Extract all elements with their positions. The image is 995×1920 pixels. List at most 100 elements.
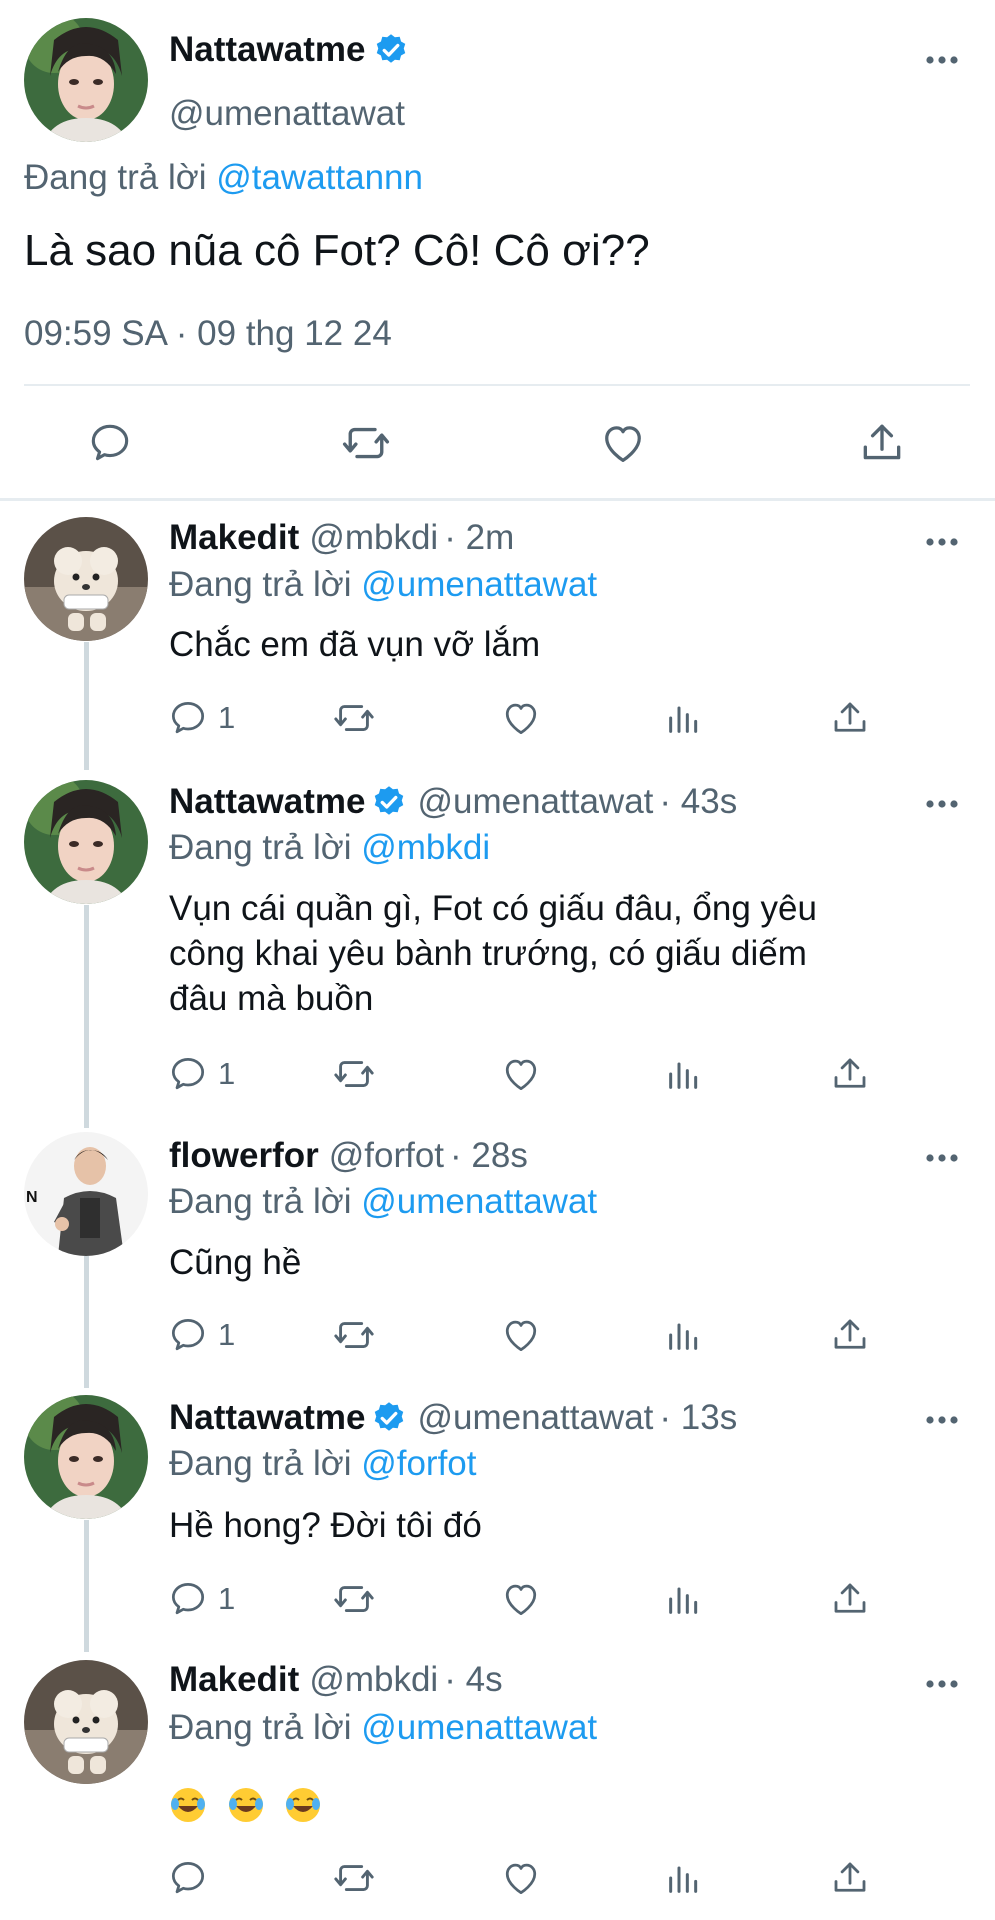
reply-text-line: đâu mà buồn — [169, 979, 374, 1018]
retweet-icon[interactable] — [331, 1310, 377, 1360]
replying-prefix: Đang trả lời — [169, 1182, 352, 1221]
reply-avatar[interactable] — [24, 780, 148, 904]
like-icon[interactable] — [499, 1049, 543, 1099]
replying-prefix: Đang trả lời — [169, 565, 352, 604]
retweet-icon[interactable] — [331, 1049, 377, 1099]
reply-count: 1 — [218, 1056, 236, 1091]
reply-count: 1 — [218, 1581, 236, 1616]
reply-actions: 1 — [166, 1574, 886, 1624]
like-icon[interactable] — [595, 415, 651, 471]
like-icon[interactable] — [499, 1574, 543, 1624]
retweet-icon[interactable] — [331, 1853, 377, 1903]
reply-avatar[interactable] — [24, 1395, 148, 1519]
reply-text-line: Chắc em đã vụn vỡ lắm — [169, 625, 541, 664]
analytics-icon[interactable] — [664, 693, 704, 743]
more-options-icon[interactable] — [922, 1138, 962, 1183]
share-icon[interactable] — [829, 1574, 871, 1624]
reply-text: Vụn cái quần gì, Fot có giấu đâu, ổng yê… — [169, 886, 929, 1021]
share-icon[interactable] — [854, 415, 910, 471]
reply-actions: 1 — [166, 1049, 886, 1099]
retweet-icon[interactable] — [331, 1574, 377, 1624]
reply-time[interactable]: · 2m — [444, 518, 514, 558]
reply-time[interactable]: · 28s — [450, 1136, 528, 1176]
analytics-icon[interactable] — [664, 1853, 704, 1903]
divider — [0, 498, 995, 501]
share-icon[interactable] — [829, 693, 871, 743]
replying-to-link[interactable]: @mbkdi — [361, 828, 490, 867]
reply-author-handle[interactable]: @umenattawat — [417, 782, 653, 822]
replying-to-line: Đang trả lời @umenattawat — [169, 1708, 597, 1748]
reply-time[interactable]: · 13s — [659, 1398, 737, 1438]
replying-to-line: Đang trả lời @tawattannn — [24, 158, 423, 198]
reply-author-name[interactable]: Makedit — [169, 518, 299, 558]
reply-count: 1 — [218, 1317, 236, 1352]
author-handle[interactable]: @umenattawat — [169, 94, 405, 134]
replying-to-line: Đang trả lời @mbkdi — [169, 828, 490, 868]
main-tweet-actions — [24, 405, 970, 480]
reply-header: Makedit @mbkdi · 4s — [169, 1660, 503, 1700]
like-icon[interactable] — [499, 693, 543, 743]
replying-to-link[interactable]: @umenattawat — [361, 1708, 597, 1747]
analytics-icon[interactable] — [664, 1310, 704, 1360]
reply-time[interactable]: · 4s — [444, 1660, 502, 1700]
tweet-text: Là sao nũa cô Fot? Cô! Cô ơi?? — [24, 226, 650, 275]
replying-to-link[interactable]: @forfot — [361, 1444, 476, 1483]
analytics-icon[interactable] — [664, 1574, 704, 1624]
svg-text:N: N — [26, 1189, 38, 1206]
like-icon[interactable] — [499, 1853, 543, 1903]
reply-author-name[interactable]: Nattawatme — [169, 1398, 365, 1438]
more-options-icon[interactable] — [922, 522, 962, 567]
more-options-icon[interactable] — [922, 1400, 962, 1445]
reply-avatar[interactable] — [24, 517, 148, 641]
reply-text-line: Hề hong? Đời tôi đó — [169, 1506, 482, 1545]
reply-author-name[interactable]: flowerfor — [169, 1136, 319, 1176]
replying-prefix: Đang trả lời — [24, 158, 207, 197]
replying-prefix: Đang trả lời — [169, 1708, 352, 1747]
thread-line — [84, 905, 89, 1128]
share-icon[interactable] — [829, 1310, 871, 1360]
reply-icon[interactable] — [82, 415, 138, 471]
tweet-timestamp[interactable]: 09:59 SA · 09 thg 12 24 — [24, 314, 392, 354]
reply-header: Makedit @mbkdi · 2m — [169, 518, 514, 558]
laughing-crying-emoji — [169, 1786, 207, 1824]
reply-icon[interactable]: 1 — [166, 693, 235, 743]
reply-time[interactable]: · 43s — [659, 782, 737, 822]
reply-author-handle[interactable]: @mbkdi — [309, 518, 438, 558]
reply-author-handle[interactable]: @umenattawat — [417, 1398, 653, 1438]
reply-header: flowerfor @forfot · 28s — [169, 1136, 528, 1176]
reply-author-handle[interactable]: @mbkdi — [309, 1660, 438, 1700]
replying-to-link[interactable]: @tawattannn — [216, 158, 423, 197]
laughing-crying-emoji — [227, 1786, 265, 1824]
verified-badge-icon — [373, 32, 409, 68]
reply-actions: 1 — [166, 693, 886, 743]
more-options-icon[interactable] — [922, 40, 962, 85]
reply-author-name[interactable]: Makedit — [169, 1660, 299, 1700]
replying-to-link[interactable]: @umenattawat — [361, 565, 597, 604]
reply-avatar[interactable] — [24, 1660, 148, 1784]
reply-actions: 1 — [166, 1310, 886, 1360]
replying-to-line: Đang trả lời @forfot — [169, 1444, 477, 1484]
reply-avatar[interactable]: N — [24, 1132, 148, 1256]
reply-text: Hề hong? Đời tôi đó — [169, 1503, 929, 1548]
analytics-icon[interactable] — [664, 1049, 704, 1099]
retweet-icon[interactable] — [331, 693, 377, 743]
more-options-icon[interactable] — [922, 784, 962, 829]
reply-author-handle[interactable]: @forfot — [329, 1136, 444, 1176]
retweet-icon[interactable] — [338, 415, 394, 471]
reply-icon[interactable] — [166, 1853, 218, 1903]
share-icon[interactable] — [829, 1853, 871, 1903]
reply-emoji-row — [169, 1780, 929, 1825]
share-icon[interactable] — [829, 1049, 871, 1099]
reply-author-name[interactable]: Nattawatme — [169, 782, 365, 822]
reply-icon[interactable]: 1 — [166, 1574, 235, 1624]
reply-icon[interactable]: 1 — [166, 1049, 235, 1099]
like-icon[interactable] — [499, 1310, 543, 1360]
thread-line — [84, 642, 89, 770]
replying-to-link[interactable]: @umenattawat — [361, 1182, 597, 1221]
reply-icon[interactable]: 1 — [166, 1310, 235, 1360]
main-tweet-avatar[interactable] — [24, 18, 148, 142]
reply-text: Chắc em đã vụn vỡ lắm — [169, 622, 929, 667]
author-name[interactable]: Nattawatme — [169, 30, 365, 70]
more-options-icon[interactable] — [922, 1664, 962, 1709]
reply-header: Nattawatme @umenattawat · 13s — [169, 1398, 737, 1438]
